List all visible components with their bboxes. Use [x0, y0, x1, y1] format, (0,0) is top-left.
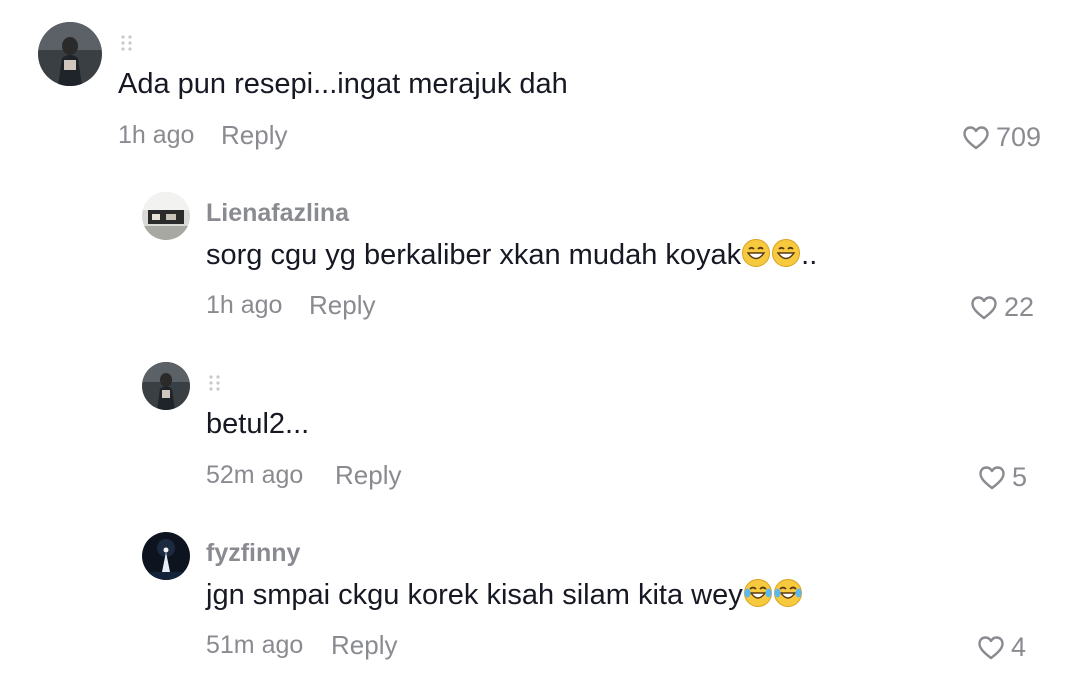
heart-outline-icon: [962, 125, 990, 151]
comment-timestamp: 52m ago: [206, 461, 304, 489]
heart-outline-icon: [978, 465, 1006, 491]
face-with-tears-of-joy-icon: [743, 578, 773, 608]
heart-outline-icon: [977, 635, 1005, 661]
comment-username[interactable]: fyzfinny: [206, 539, 300, 568]
avatar[interactable]: [142, 532, 190, 580]
like-count: 5: [1012, 462, 1028, 492]
more-dots-icon: [120, 34, 134, 57]
reply-button[interactable]: Reply: [331, 630, 397, 661]
like-button[interactable]: 22: [970, 292, 1034, 323]
comment-text: sorg cgu yg berkaliber xkan mudah koyak.…: [206, 238, 817, 272]
grinning-face-with-smiling-eyes-icon: [741, 238, 771, 268]
avatar[interactable]: [142, 192, 190, 240]
like-count: 4: [1011, 632, 1027, 662]
heart-outline-icon: [970, 295, 998, 321]
comment-text-body: sorg cgu yg berkaliber xkan mudah koyak: [206, 239, 742, 271]
like-button[interactable]: 709: [962, 122, 1041, 153]
comment-text: jgn smpai ckgu korek kisah silam kita we…: [206, 578, 803, 612]
like-count: 22: [1004, 292, 1035, 322]
like-count: 709: [996, 122, 1042, 152]
comment-timestamp: 1h ago: [118, 121, 195, 149]
comment-timestamp: 51m ago: [206, 631, 304, 659]
comment-text-body: jgn smpai ckgu korek kisah silam kita we…: [206, 579, 743, 611]
avatar[interactable]: [142, 362, 190, 410]
comment-text: Ada pun resepi...ingat merajuk dah: [118, 68, 568, 100]
grinning-face-with-smiling-eyes-icon: [771, 238, 801, 268]
like-button[interactable]: 4: [977, 632, 1026, 663]
reply-button[interactable]: Reply: [221, 120, 287, 151]
comment-timestamp: 1h ago: [206, 291, 283, 319]
like-button[interactable]: 5: [978, 462, 1027, 493]
comment-username[interactable]: Lienafazlina: [206, 199, 349, 228]
reply-button[interactable]: Reply: [335, 460, 401, 491]
avatar[interactable]: [38, 22, 102, 86]
more-dots-icon: [208, 374, 222, 397]
comment-text: betul2...: [206, 408, 310, 440]
reply-button[interactable]: Reply: [309, 290, 375, 321]
comment-text-suffix: ..: [801, 239, 818, 271]
face-with-tears-of-joy-icon: [773, 578, 803, 608]
